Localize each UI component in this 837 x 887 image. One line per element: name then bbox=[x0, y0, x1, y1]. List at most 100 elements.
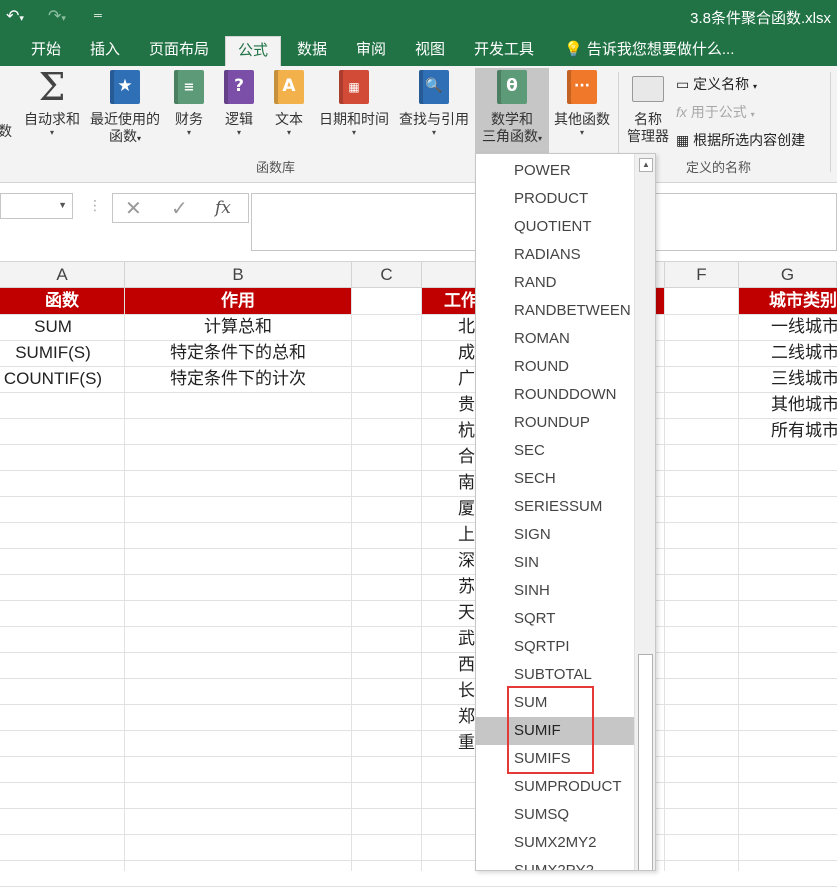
dropdown-item-sign[interactable]: SIGN bbox=[476, 521, 634, 549]
column-header-g[interactable]: G bbox=[739, 262, 837, 288]
drag-handle-icon[interactable]: ⋮ bbox=[88, 197, 102, 214]
cell-b[interactable]: 特定条件下的计次 bbox=[125, 366, 351, 392]
name-manager-button[interactable]: 名称 管理器 bbox=[622, 76, 674, 144]
dropdown-item-sinh[interactable]: SINH bbox=[476, 577, 634, 605]
row-line bbox=[0, 548, 837, 549]
cell-city[interactable]: 广 bbox=[458, 366, 476, 392]
dropdown-item-roundup[interactable]: ROUNDUP bbox=[476, 409, 634, 437]
cell-city[interactable]: 厦 bbox=[458, 496, 476, 522]
column-header-f[interactable]: F bbox=[665, 262, 739, 288]
more-functions-button[interactable]: ··· 其他函数 ▾ bbox=[550, 70, 614, 138]
cell-city[interactable]: 北 bbox=[458, 314, 476, 340]
math-trig-button[interactable]: θ 数学和 三角函数▾ bbox=[475, 68, 549, 154]
text-button[interactable]: A 文本 ▾ bbox=[268, 70, 310, 138]
cell-g[interactable]: 一线城市 bbox=[771, 314, 837, 340]
cell-city[interactable]: 成 bbox=[458, 340, 476, 366]
scroll-up-icon[interactable]: ▲ bbox=[639, 158, 653, 172]
cell-city[interactable]: 郑 bbox=[458, 704, 476, 730]
insert-function-icon[interactable]: fx bbox=[215, 198, 231, 218]
logical-button[interactable]: ? 逻辑 ▾ bbox=[218, 70, 260, 138]
undo-icon[interactable]: ↶▾ bbox=[6, 6, 24, 26]
lookup-button[interactable]: 🔍 查找与引用 ▾ bbox=[395, 70, 473, 138]
use-in-formula-button[interactable]: fx 用于公式 ▾ bbox=[676, 102, 755, 122]
autosum-button[interactable]: Σ 自动求和 ▾ bbox=[20, 68, 84, 138]
cell-g[interactable]: 其他城市 bbox=[771, 392, 837, 418]
cell-b1[interactable]: 作用 bbox=[125, 288, 351, 314]
define-name-button[interactable]: ▭ 定义名称 ▾ bbox=[676, 74, 757, 94]
dropdown-item-radians[interactable]: RADIANS bbox=[476, 241, 634, 269]
dropdown-item-sumx2py2[interactable]: SUMX2PY2 bbox=[476, 857, 634, 870]
tab-page-layout[interactable]: 页面布局 bbox=[136, 36, 222, 66]
dropdown-item-sqrt[interactable]: SQRT bbox=[476, 605, 634, 633]
cell-city[interactable]: 武 bbox=[458, 626, 476, 652]
chevron-down-icon[interactable]: ▼ bbox=[58, 200, 67, 210]
cell-b[interactable]: 计算总和 bbox=[125, 314, 351, 340]
datetime-button[interactable]: ▦ 日期和时间 ▾ bbox=[314, 70, 394, 138]
dropdown-item-sech[interactable]: SECH bbox=[476, 465, 634, 493]
column-line bbox=[738, 288, 739, 871]
dropdown-item-sqrtpi[interactable]: SQRTPI bbox=[476, 633, 634, 661]
dropdown-item-sumx2my2[interactable]: SUMX2MY2 bbox=[476, 829, 634, 857]
create-from-selection-label: 根据所选内容创建 bbox=[693, 132, 806, 148]
tab-home[interactable]: 开始 bbox=[16, 36, 76, 66]
dropdown-item-roman[interactable]: ROMAN bbox=[476, 325, 634, 353]
customize-icon[interactable]: ═ bbox=[94, 10, 102, 22]
tab-data[interactable]: 数据 bbox=[283, 36, 341, 66]
cell-g[interactable]: 三线城市 bbox=[771, 366, 837, 392]
cell-city[interactable]: 深 bbox=[458, 548, 476, 574]
partial-button[interactable]: 数 bbox=[0, 116, 12, 140]
dropdown-item-sec[interactable]: SEC bbox=[476, 437, 634, 465]
name-box[interactable]: ▼ bbox=[0, 193, 73, 219]
cell-b[interactable]: 特定条件下的总和 bbox=[125, 340, 351, 366]
cell-city[interactable]: 南 bbox=[458, 470, 476, 496]
cell-a[interactable]: COUNTIF(S) bbox=[0, 366, 106, 392]
column-header-a[interactable]: A bbox=[0, 262, 125, 288]
column-header-b[interactable]: B bbox=[125, 262, 352, 288]
confirm-icon[interactable]: ✓ bbox=[171, 196, 188, 221]
cell-a[interactable]: SUM bbox=[0, 314, 106, 340]
cell-city[interactable]: 上 bbox=[458, 522, 476, 548]
cancel-icon[interactable]: ✕ bbox=[125, 196, 142, 221]
tab-insert[interactable]: 插入 bbox=[76, 36, 134, 66]
dropdown-item-round[interactable]: ROUND bbox=[476, 353, 634, 381]
tell-me-box[interactable]: 💡 告诉我您想要做什么... bbox=[564, 36, 734, 66]
column-header-c[interactable]: C bbox=[352, 262, 422, 288]
row-line bbox=[0, 704, 837, 705]
cell-city[interactable]: 长 bbox=[458, 678, 476, 704]
recent-functions-button[interactable]: ★ 最近使用的 函数▾ bbox=[86, 70, 164, 147]
dropdown-item-subtotal[interactable]: SUBTOTAL bbox=[476, 661, 634, 689]
cell-city[interactable]: 天 bbox=[458, 600, 476, 626]
cell-g[interactable]: 二线城市 bbox=[771, 340, 837, 366]
dropdown-item-sumproduct[interactable]: SUMPRODUCT bbox=[476, 773, 634, 801]
cell-city[interactable]: 杭 bbox=[458, 418, 476, 444]
financial-button[interactable]: ≡ 财务 ▾ bbox=[168, 70, 210, 138]
cell-city[interactable]: 合 bbox=[458, 444, 476, 470]
dropdown-item-rand[interactable]: RAND bbox=[476, 269, 634, 297]
cell-city[interactable]: 西 bbox=[458, 652, 476, 678]
cell-a1[interactable]: 函数 bbox=[0, 288, 124, 314]
ribbon-tabs: 开始 插入 页面布局 公式 数据 审阅 视图 开发工具 💡 告诉我您想要做什么.… bbox=[0, 36, 837, 66]
scroll-thumb[interactable] bbox=[638, 654, 653, 870]
dropdown-item-rounddown[interactable]: ROUNDDOWN bbox=[476, 381, 634, 409]
finance-book-icon: ≡ bbox=[174, 70, 204, 104]
dropdown-scrollbar[interactable]: ▲ bbox=[634, 154, 655, 870]
dropdown-item-power[interactable]: POWER bbox=[476, 157, 634, 185]
tab-formulas[interactable]: 公式 bbox=[225, 36, 281, 66]
dropdown-item-randbetween[interactable]: RANDBETWEEN bbox=[476, 297, 634, 325]
cell-city[interactable]: 苏 bbox=[458, 574, 476, 600]
create-from-selection-button[interactable]: ▦ 根据所选内容创建 bbox=[676, 130, 805, 150]
tab-review[interactable]: 审阅 bbox=[342, 36, 400, 66]
dropdown-item-sumsq[interactable]: SUMSQ bbox=[476, 801, 634, 829]
dropdown-item-sin[interactable]: SIN bbox=[476, 549, 634, 577]
dropdown-item-product[interactable]: PRODUCT bbox=[476, 185, 634, 213]
cell-a[interactable]: SUMIF(S) bbox=[0, 340, 106, 366]
tab-view[interactable]: 视图 bbox=[400, 36, 460, 66]
cell-city[interactable]: 贵 bbox=[458, 392, 476, 418]
tab-developer[interactable]: 开发工具 bbox=[462, 36, 546, 66]
cell-g[interactable]: 所有城市 bbox=[771, 418, 837, 444]
dropdown-item-quotient[interactable]: QUOTIENT bbox=[476, 213, 634, 241]
cell-city[interactable]: 重 bbox=[458, 730, 476, 756]
cell-g1[interactable]: 城市类别 bbox=[739, 288, 837, 314]
dropdown-item-seriessum[interactable]: SERIESSUM bbox=[476, 493, 634, 521]
redo-icon[interactable]: ↷▾ bbox=[48, 6, 66, 26]
